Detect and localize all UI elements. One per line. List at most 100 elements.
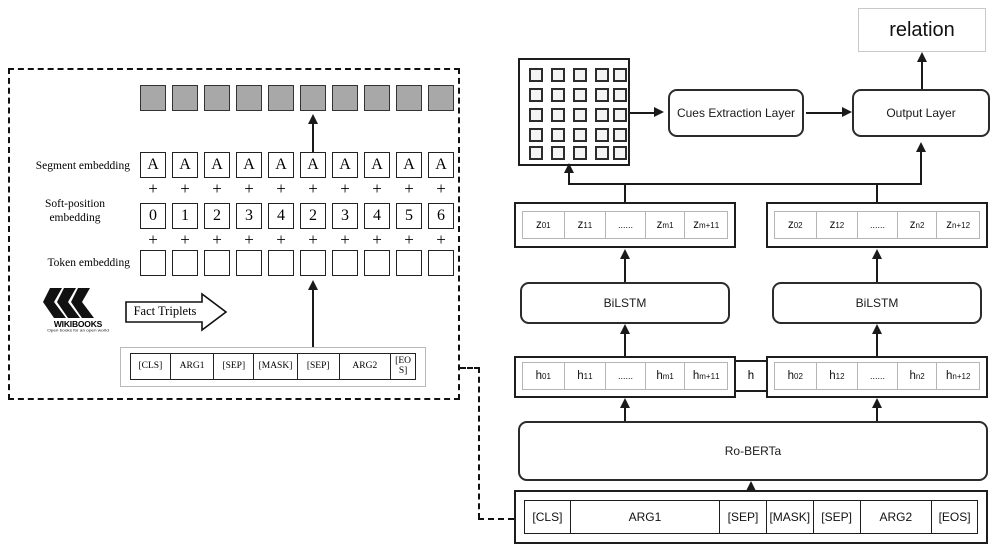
- h2-to-bilstm-line: [876, 334, 878, 356]
- token-embedding-cell: [204, 250, 230, 276]
- fused-embedding-cell: [268, 85, 294, 111]
- plus-symbol: +: [276, 230, 286, 249]
- soft-position-embedding-label: Soft-position embedding: [20, 197, 130, 226]
- matrix-to-cues-arrowhead: [654, 107, 664, 117]
- token-embedding-cell: [236, 250, 262, 276]
- output-to-relation-arrowhead: [916, 52, 927, 62]
- plus-symbol: +: [180, 179, 190, 198]
- z-cell: zm1: [646, 212, 686, 238]
- h-vector-arg1: h01 h11 ...... hm1 h m+1 1: [522, 362, 728, 390]
- bus-to-output-arrowhead: [915, 142, 926, 152]
- bilstm-left-box: BiLSTM: [520, 282, 730, 324]
- h-cell: h n+1 2: [945, 370, 971, 382]
- panel-to-input-dashed-segment-3: [478, 518, 514, 520]
- segment-cell: A: [364, 152, 390, 178]
- h-cell-ellipsis: ......: [858, 363, 898, 389]
- token-cell: [SEP]: [298, 354, 340, 379]
- matrix-cell: [529, 108, 543, 122]
- matrix-cell: [613, 88, 627, 102]
- output-to-relation-line: [921, 62, 923, 89]
- plus-symbol: +: [308, 230, 318, 249]
- z1-bus-riser: [624, 183, 626, 203]
- plus-symbol: +: [148, 179, 158, 198]
- plus-symbol: +: [340, 230, 350, 249]
- matrix-to-cues-line: [630, 112, 656, 114]
- token-cell: [SEP]: [214, 354, 255, 379]
- roberta-to-h2-arrowhead: [871, 398, 882, 408]
- roberta-to-h2-line: [876, 408, 878, 422]
- z2-bus-riser: [876, 183, 878, 203]
- fused-embedding-cell: [140, 85, 166, 111]
- input-token-cell: [EOS]: [938, 510, 971, 524]
- input-token-cell: [MASK]: [767, 501, 814, 533]
- h2-to-bilstm-arrowhead: [871, 324, 882, 334]
- matrix-cell: [613, 68, 627, 82]
- segment-cell: A: [204, 152, 230, 178]
- bus-to-matrix-arrowhead: [563, 163, 574, 173]
- soft-position-cell: 2: [300, 203, 326, 229]
- fused-embedding-cell: [300, 85, 326, 111]
- input-sequence: [CLS] ARG1 [SEP] [MASK] [SEP] ARG2 [EOS]: [524, 500, 978, 534]
- z-vector-arg2: z02 z12 ...... zn2 z n+1 2: [774, 211, 980, 239]
- plus-symbol: +: [276, 179, 286, 198]
- matrix-cell: [613, 128, 627, 142]
- relation-output-box: relation: [858, 8, 986, 52]
- z-cell: z n+1 2: [946, 219, 971, 231]
- matrix-cell: [551, 146, 565, 160]
- fact-triplets-label: Fact Triplets: [133, 304, 197, 318]
- matrix-cell: [595, 146, 609, 160]
- fused-embedding-cell: [428, 85, 454, 111]
- input-token-cell: [SEP]: [814, 501, 861, 533]
- matrix-cell: [573, 88, 587, 102]
- token-cell: ARG1: [171, 354, 215, 379]
- plus-symbol: +: [436, 179, 446, 198]
- plus-symbol: +: [372, 230, 382, 249]
- bus-to-matrix-line: [568, 172, 570, 185]
- token-cell: ARG2: [340, 354, 392, 379]
- segment-cell: A: [300, 152, 326, 178]
- token-embedding-cell: [364, 250, 390, 276]
- fused-embedding-cell: [364, 85, 390, 111]
- h1-to-bilstm-arrowhead: [619, 324, 630, 334]
- soft-position-cell: 6: [428, 203, 454, 229]
- token-embedding-cell: [300, 250, 326, 276]
- matrix-cell: [529, 68, 543, 82]
- z-bus-horizontal: [568, 183, 922, 185]
- input-token-cell: [CLS]: [525, 501, 571, 533]
- h-cell: hm1: [646, 363, 686, 389]
- bilstm-right-to-z-arrowhead: [871, 249, 882, 259]
- input-token-cell: ARG2: [861, 501, 933, 533]
- soft-position-cell: 0: [140, 203, 166, 229]
- matrix-cell: [573, 108, 587, 122]
- input-token-cell: [SEP]: [720, 501, 767, 533]
- token-embedding-cell: [172, 250, 198, 276]
- h-cell-ellipsis: ......: [606, 363, 646, 389]
- token-up-arrowhead: [307, 280, 318, 290]
- fact-triplets-arrow: Fact Triplets: [124, 292, 228, 332]
- matrix-cell: [529, 88, 543, 102]
- token-up-line: [312, 290, 314, 352]
- h-cell: h02: [775, 363, 817, 389]
- token-cell: [CLS]: [131, 354, 171, 379]
- soft-position-cell: 4: [364, 203, 390, 229]
- soft-position-line-1: Soft-position: [44, 198, 106, 210]
- soft-position-line-2: embedding: [49, 212, 101, 225]
- h-cell: h m+1 1: [692, 370, 720, 382]
- segment-cell: A: [236, 152, 262, 178]
- fused-embedding-cell: [332, 85, 358, 111]
- cues-to-output-line: [806, 112, 844, 114]
- plus-symbol: +: [372, 179, 382, 198]
- plus-symbol: +: [244, 230, 254, 249]
- matrix-cell: [573, 68, 587, 82]
- h1-to-bilstm-line: [624, 334, 626, 356]
- panel-to-input-dashed-segment-2: [478, 367, 480, 519]
- z-cell-ellipsis: ......: [606, 212, 646, 238]
- matrix-cell: [595, 68, 609, 82]
- plus-symbol: +: [244, 179, 254, 198]
- segment-cell: A: [428, 152, 454, 178]
- matrix-cell: [551, 108, 565, 122]
- wikibooks-logo: WIKIBOOKS Open books for an open world: [40, 286, 116, 334]
- fused-embedding-cell: [172, 85, 198, 111]
- token-embedding-cell: [332, 250, 358, 276]
- fused-embedding-cell: [396, 85, 422, 111]
